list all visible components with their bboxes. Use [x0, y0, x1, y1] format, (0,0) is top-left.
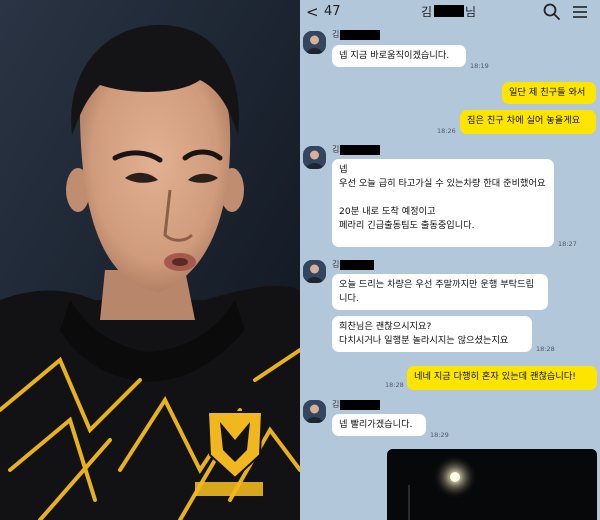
message-bubble[interactable]: 네네 지금 다행히 혼자 있는데 괜찮습니다!: [407, 366, 597, 390]
sender-name-prefix: 김: [332, 400, 340, 409]
sender-name-prefix: 김: [332, 145, 340, 154]
sender-name-redaction: [340, 400, 380, 410]
chat-header: < 47 김 님: [300, 0, 600, 24]
message-time: 18:28: [385, 381, 404, 389]
message-bubble[interactable]: 넵 지금 바로움직이겠습니다.: [332, 45, 466, 67]
sender-name-redaction: [340, 260, 374, 270]
sender-name-redaction: [340, 30, 380, 40]
photo-message[interactable]: [387, 449, 597, 520]
message-time: 18:19: [470, 62, 489, 70]
player-photo-illustration: [0, 0, 300, 520]
message-time: 18:26: [437, 127, 456, 135]
sender-name-prefix: 김: [332, 30, 340, 39]
message-bubble[interactable]: 짐은 친구 차에 실어 놓을게요: [460, 110, 596, 134]
menu-icon[interactable]: [570, 2, 590, 22]
sender-avatar[interactable]: [303, 31, 326, 54]
message-bubble[interactable]: 오늘 드리는 차량은 우선 주말까지만 운행 부탁드립니다.: [332, 274, 548, 310]
message-bubble[interactable]: 희찬님은 괜찮으시지요? 다치시거나 일행분 놀라시지는 않으셨는지요: [332, 316, 532, 352]
back-button[interactable]: <: [306, 3, 319, 21]
search-icon[interactable]: [542, 2, 562, 22]
message-bubble[interactable]: 넵 우선 오늘 급히 타고가실 수 있는차량 한대 준비했어요 20분 내로 도…: [332, 159, 554, 247]
sender-avatar[interactable]: [303, 260, 326, 283]
chat-panel: < 47 김 님 김 넵 지금 바로움직이겠습니다. 18:19 일단 제 친구…: [300, 0, 600, 520]
title-redaction: [434, 5, 464, 17]
message-time: 18:28: [536, 345, 555, 353]
sender-name-prefix: 김: [332, 260, 340, 269]
message-bubble[interactable]: 일단 제 친구들 와서: [502, 82, 596, 104]
player-photo: [0, 0, 300, 520]
sender-avatar[interactable]: [303, 146, 326, 169]
chat-title-prefix: 김: [421, 5, 433, 19]
message-time: 18:27: [558, 240, 577, 248]
sender-avatar[interactable]: [303, 400, 326, 423]
sender-name-redaction: [340, 145, 380, 155]
message-bubble[interactable]: 넵 빨리가겠습니다.: [332, 414, 426, 436]
chat-title-suffix: 님: [465, 5, 477, 19]
unread-count: 47: [324, 4, 341, 19]
message-time: 18:29: [430, 431, 449, 439]
